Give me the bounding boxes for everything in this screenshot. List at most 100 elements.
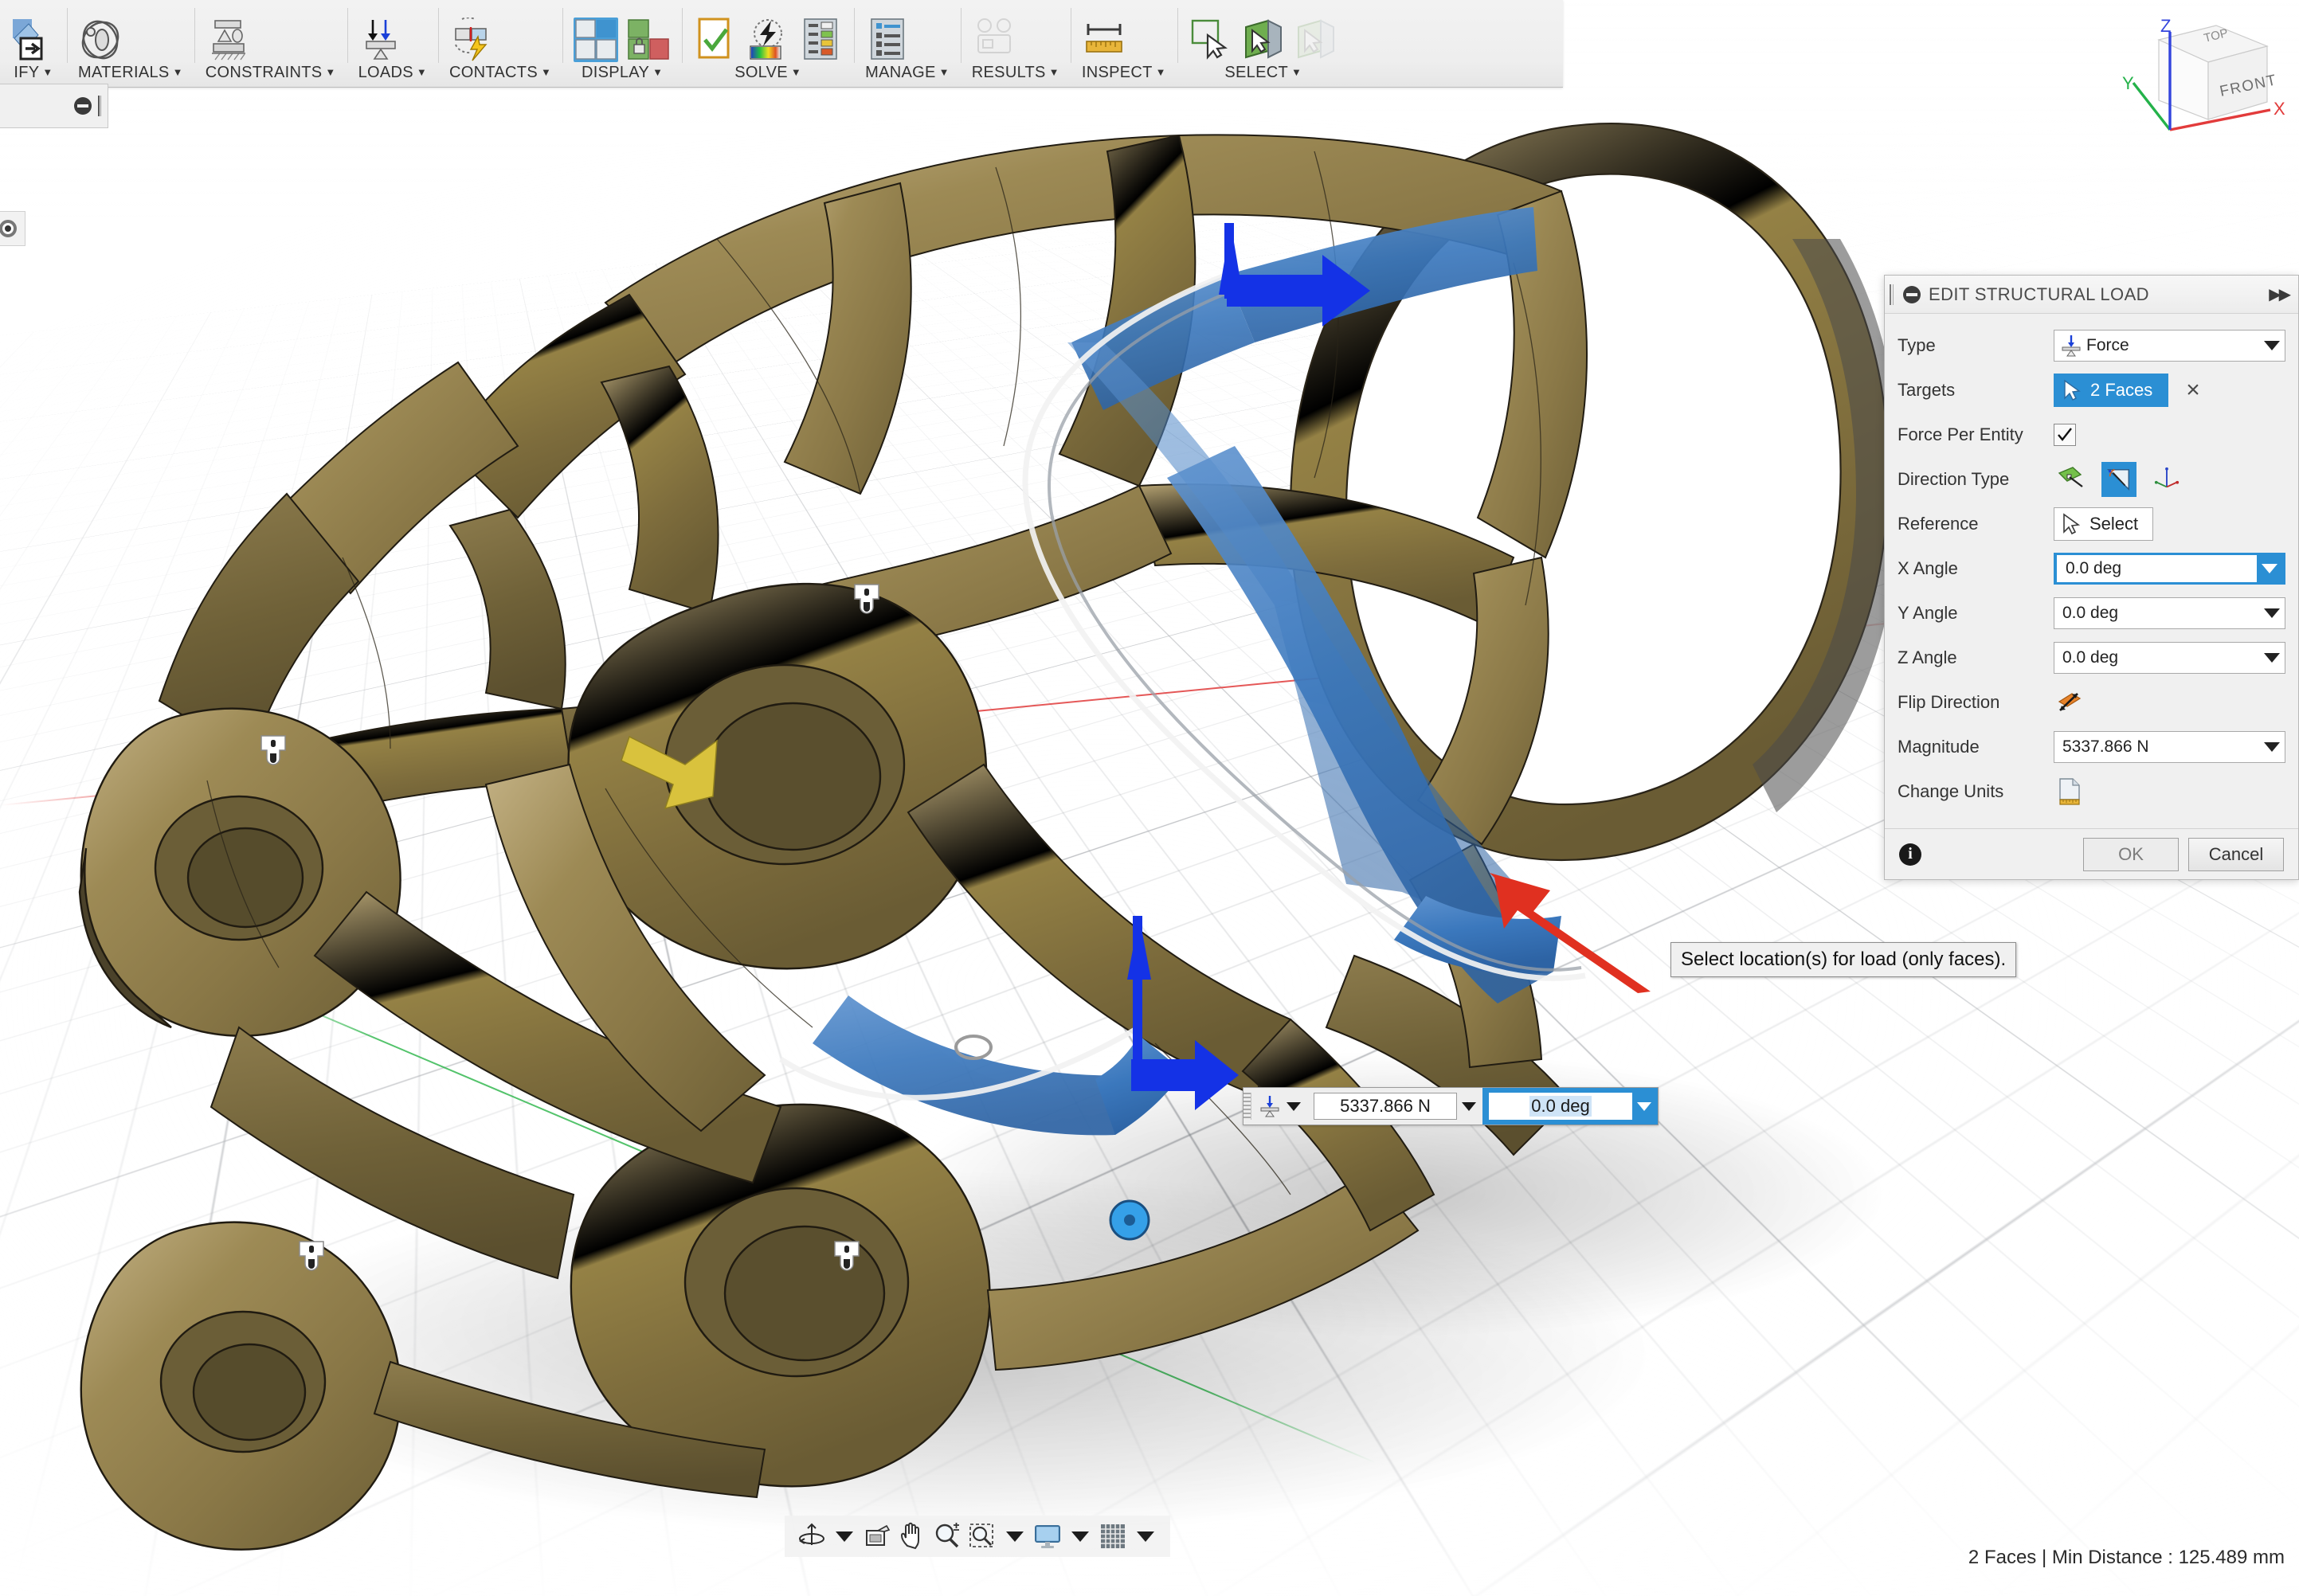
- look-at-icon[interactable]: [861, 1520, 893, 1552]
- ok-button[interactable]: OK: [2083, 838, 2179, 871]
- view-navigation-bar[interactable]: [785, 1516, 1170, 1557]
- x-angle-input[interactable]: 0.0 deg: [2054, 553, 2285, 585]
- ribbon-label-inspect[interactable]: INSPECT▼: [1082, 64, 1166, 87]
- chevron-down-icon[interactable]: [2262, 564, 2277, 573]
- structural-constraints-icon[interactable]: [206, 18, 250, 62]
- solve-settings-icon[interactable]: [798, 18, 843, 62]
- canvas-angle-segment[interactable]: 0.0 deg: [1482, 1088, 1658, 1125]
- ribbon-group-display[interactable]: DISPLAY▼: [562, 0, 682, 87]
- cancel-button[interactable]: Cancel: [2188, 838, 2284, 871]
- select-face-icon[interactable]: [1241, 18, 1286, 62]
- y-angle-value[interactable]: 0.0 deg: [2059, 604, 2259, 623]
- chevron-down-icon[interactable]: [836, 1531, 853, 1542]
- solve-icon[interactable]: [746, 18, 790, 62]
- direction-normal-to-face-option[interactable]: [2054, 462, 2089, 497]
- display-grid-icon[interactable]: [574, 18, 618, 62]
- change-units-button[interactable]: [2054, 775, 2086, 808]
- info-icon[interactable]: i: [1899, 843, 1921, 866]
- x-angle-value[interactable]: 0.0 deg: [2062, 559, 2256, 578]
- grid-snaps-icon[interactable]: [1097, 1520, 1129, 1552]
- canvas-magnitude-value[interactable]: 5337.866 N: [1314, 1093, 1457, 1120]
- browser-collapsed-panel[interactable]: [0, 84, 108, 128]
- drag-grip-icon[interactable]: [1243, 1093, 1251, 1120]
- viewcube[interactable]: TOP FRONT X Y Z: [2111, 6, 2286, 146]
- canvas-value-editor[interactable]: 5337.866 N 0.0 deg: [1243, 1087, 1659, 1125]
- targets-select-button[interactable]: 2 Faces: [2054, 374, 2168, 407]
- chevron-down-icon[interactable]: [1006, 1531, 1024, 1542]
- vector-components-icon: [2153, 466, 2180, 493]
- ribbon-label-loads[interactable]: LOADS▼: [358, 64, 427, 87]
- ribbon-group-solve[interactable]: SOLVE▼: [682, 0, 854, 87]
- modify-insert-icon[interactable]: [11, 18, 56, 62]
- drag-grip-icon[interactable]: [1890, 284, 1894, 305]
- z-angle-input[interactable]: 0.0 deg: [2054, 642, 2285, 674]
- z-angle-value[interactable]: 0.0 deg: [2059, 648, 2259, 667]
- ribbon-group-select[interactable]: SELECT▼: [1177, 0, 1349, 87]
- drag-grip-icon[interactable]: [98, 96, 101, 116]
- label-targets: Targets: [1898, 380, 2054, 401]
- canvas-angle-value[interactable]: 0.0 deg: [1529, 1096, 1591, 1117]
- ribbon-label-contacts[interactable]: CONTACTS▼: [449, 64, 551, 87]
- display-lock-icon[interactable]: [626, 18, 671, 62]
- chevron-down-icon[interactable]: [1071, 1531, 1089, 1542]
- orbit-icon[interactable]: [796, 1520, 828, 1552]
- canvas-type-segment[interactable]: [1251, 1088, 1307, 1125]
- edit-structural-load-dialog[interactable]: EDIT STRUCTURAL LOAD ▶▶ Type Force: [1884, 275, 2299, 880]
- y-angle-input[interactable]: 0.0 deg: [2054, 597, 2285, 629]
- chevron-down-icon[interactable]: [1462, 1102, 1476, 1111]
- ribbon-group-materials[interactable]: MATERIALS▼: [67, 0, 194, 87]
- chevron-down-icon[interactable]: [2264, 608, 2280, 618]
- measure-icon[interactable]: [1082, 18, 1126, 62]
- reference-value: Select: [2089, 514, 2138, 534]
- ribbon-toolbar[interactable]: IFY▼ MATERIALS▼: [0, 0, 1563, 88]
- ribbon-group-loads[interactable]: LOADS▼: [347, 0, 438, 87]
- ribbon-label-solve[interactable]: SOLVE▼: [693, 64, 843, 87]
- chevron-down-icon: ▼: [1156, 66, 1166, 78]
- chevron-down-icon[interactable]: [1637, 1102, 1651, 1111]
- expand-arrows-icon[interactable]: ▶▶: [2269, 284, 2289, 304]
- force-per-entity-checkbox[interactable]: [2054, 424, 2076, 446]
- chevron-down-icon[interactable]: [1287, 1102, 1301, 1111]
- dialog-title-bar[interactable]: EDIT STRUCTURAL LOAD ▶▶: [1885, 276, 2298, 314]
- change-units-icon: [2057, 777, 2082, 806]
- flip-direction-button[interactable]: [2054, 687, 2086, 718]
- collapse-icon[interactable]: [1903, 286, 1921, 303]
- type-combobox[interactable]: Force: [2054, 330, 2285, 362]
- chevron-down-icon[interactable]: [2264, 742, 2280, 752]
- ribbon-label-select[interactable]: SELECT▼: [1189, 64, 1338, 87]
- chevron-down-icon: ▼: [325, 66, 335, 78]
- ribbon-label-manage[interactable]: MANAGE▼: [865, 64, 950, 87]
- pre-check-icon[interactable]: [693, 18, 738, 62]
- zoom-icon[interactable]: [931, 1520, 963, 1552]
- ribbon-label-display[interactable]: DISPLAY▼: [574, 64, 671, 87]
- collapse-icon[interactable]: [74, 97, 92, 115]
- manage-list-icon[interactable]: [865, 18, 910, 62]
- canvas-magnitude-segment[interactable]: 5337.866 N: [1307, 1088, 1482, 1125]
- clear-targets-button[interactable]: ×: [2186, 378, 2200, 402]
- ribbon-group-contacts[interactable]: CONTACTS▼: [438, 0, 562, 87]
- ribbon-group-manage[interactable]: MANAGE▼: [854, 0, 961, 87]
- pan-icon[interactable]: [896, 1520, 928, 1552]
- ribbon-label-constraints[interactable]: CONSTRAINTS▼: [206, 64, 336, 87]
- ribbon-group-modify[interactable]: IFY▼: [0, 0, 67, 87]
- ribbon-group-results[interactable]: RESULTS▼: [961, 0, 1071, 87]
- chevron-down-icon[interactable]: [2264, 341, 2280, 350]
- ribbon-group-inspect[interactable]: INSPECT▼: [1071, 0, 1177, 87]
- ribbon-label-results[interactable]: RESULTS▼: [972, 64, 1059, 87]
- axis-z-label: Z: [2160, 16, 2171, 36]
- chevron-down-icon[interactable]: [1137, 1531, 1154, 1542]
- direction-vector-components-option[interactable]: [2149, 462, 2184, 497]
- zoom-window-icon[interactable]: [966, 1520, 998, 1552]
- direction-angles-option[interactable]: [2101, 462, 2136, 497]
- contacts-icon[interactable]: [449, 18, 494, 62]
- structural-loads-icon[interactable]: [358, 18, 403, 62]
- ribbon-group-constraints[interactable]: CONSTRAINTS▼: [194, 0, 347, 87]
- materials-icon[interactable]: [78, 18, 123, 62]
- reference-select-button[interactable]: Select: [2054, 507, 2153, 541]
- chevron-down-icon[interactable]: [2264, 653, 2280, 663]
- select-window-icon[interactable]: [1189, 18, 1233, 62]
- magnitude-value[interactable]: 5337.866 N: [2059, 737, 2259, 757]
- magnitude-input[interactable]: 5337.866 N: [2054, 731, 2285, 763]
- display-settings-icon[interactable]: [1032, 1520, 1063, 1552]
- orbit-pivot-icon[interactable]: [0, 211, 25, 246]
